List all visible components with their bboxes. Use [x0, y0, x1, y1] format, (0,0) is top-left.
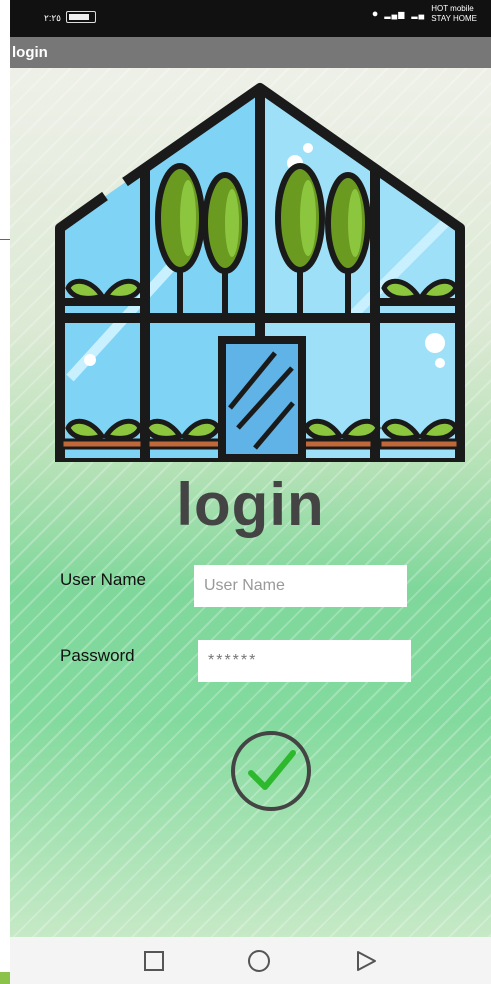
- app-bar-title: login: [12, 44, 48, 61]
- side-divider-line: [0, 239, 10, 240]
- login-screen: login User Name Password: [10, 68, 491, 937]
- phone-screen: ٢:٢٥ ● ▂▄▆ ▂▄ HOT mobile STAY HOME login: [10, 0, 491, 984]
- notification-icon: ●: [371, 8, 379, 20]
- home-button[interactable]: [246, 948, 272, 974]
- status-bar: ٢:٢٥ ● ▂▄▆ ▂▄ HOT mobile STAY HOME: [10, 0, 491, 37]
- app-bar: login: [10, 37, 491, 68]
- status-right: ● ▂▄▆ ▂▄ HOT mobile STAY HOME: [372, 4, 477, 24]
- status-time: ٢:٢٥: [44, 13, 62, 23]
- username-label: User Name: [60, 570, 146, 589]
- username-input[interactable]: [194, 565, 407, 607]
- carrier-line1: HOT mobile: [431, 4, 474, 13]
- greenhouse-logo-icon: [55, 83, 465, 462]
- signal-icon: ▂▄▆: [384, 9, 406, 19]
- password-label: Password: [60, 646, 135, 665]
- recents-square-icon: [144, 951, 164, 971]
- carrier-line2: STAY HOME: [431, 14, 477, 23]
- navigation-bar: [10, 937, 491, 984]
- recents-button[interactable]: [141, 948, 167, 974]
- signal-2-icon: ▂▄: [411, 9, 426, 19]
- back-triangle-icon: [357, 951, 376, 971]
- page-title: login: [176, 471, 325, 538]
- submit-button[interactable]: [229, 729, 313, 813]
- check-circle-icon: [231, 731, 311, 811]
- carrier-text: HOT mobile STAY HOME: [431, 4, 477, 24]
- password-input[interactable]: [198, 640, 411, 682]
- back-button[interactable]: [353, 948, 379, 974]
- battery-icon: [66, 11, 96, 23]
- home-circle-icon: [248, 950, 270, 972]
- corner-accent: [0, 972, 10, 984]
